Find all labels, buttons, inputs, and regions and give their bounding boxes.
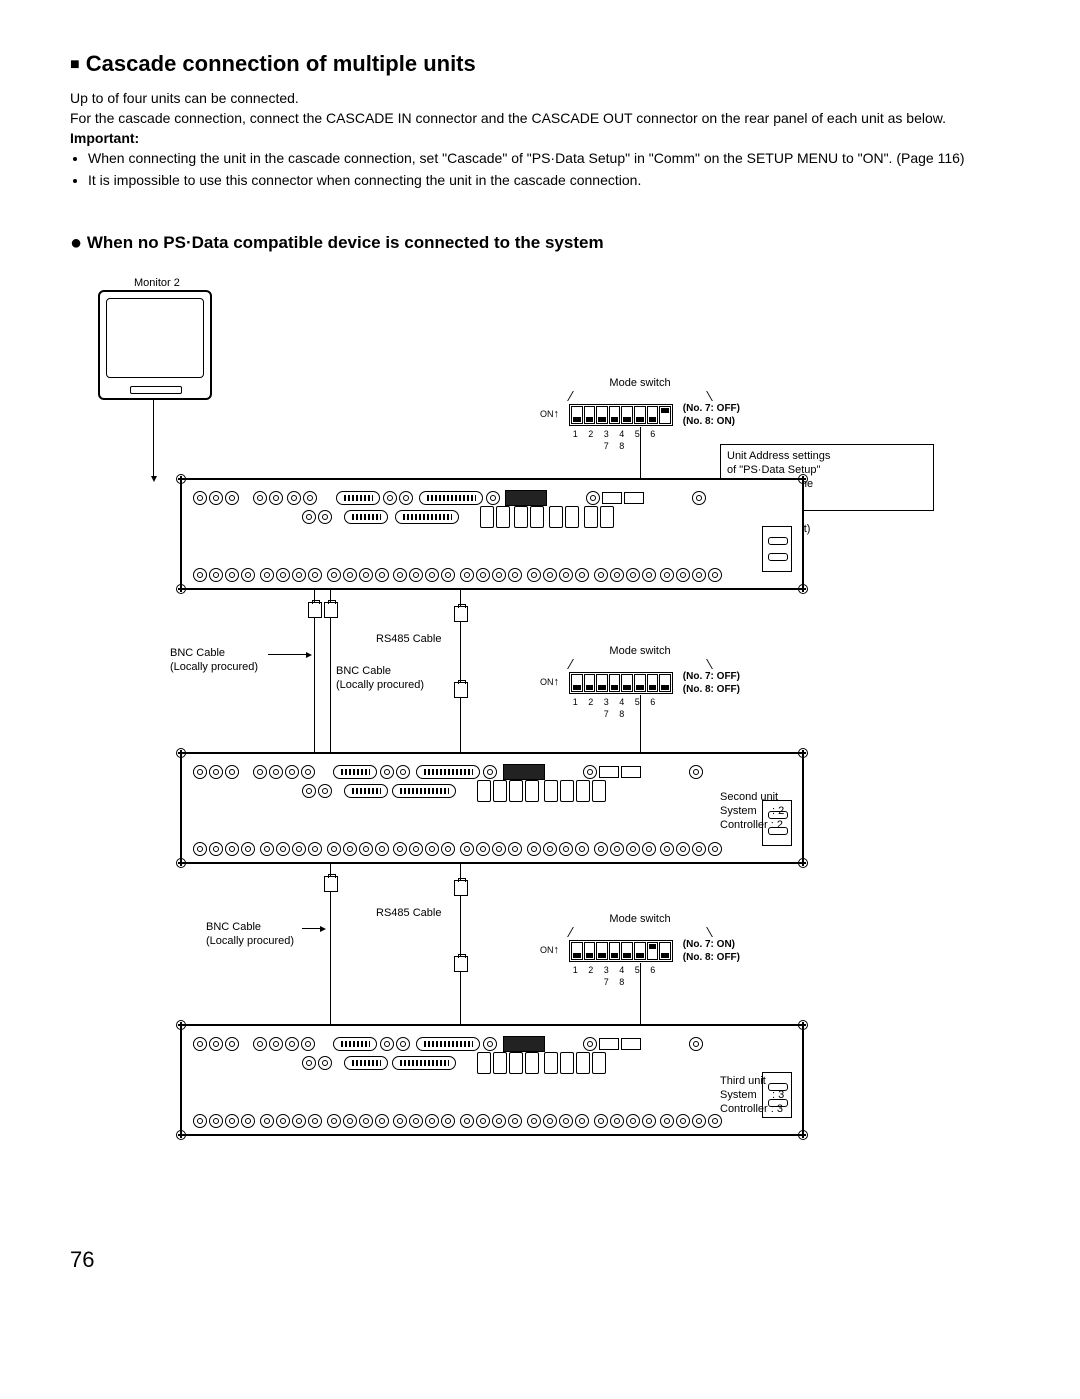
important-note-2: It is impossible to use this connector w…	[88, 171, 1010, 189]
unit-1-rear-panel	[180, 478, 804, 590]
monitor-icon	[98, 290, 212, 400]
connector-icon	[308, 602, 322, 618]
dip-on-label: ON↑	[540, 945, 559, 957]
important-label: Important:	[70, 129, 1010, 147]
dip-on-label: ON↑	[540, 677, 559, 689]
dip-numbers: 1 2 3 4 5 6 7 8	[566, 697, 666, 720]
second-unit-label: Second unit System : 2 Controller : 2	[720, 790, 920, 833]
rj-connector-icon	[454, 682, 468, 698]
page-number: 76	[70, 1246, 1010, 1275]
page-title: ■ Cascade connection of multiple units	[70, 50, 1010, 79]
mode-switch-label: Mode switch	[540, 644, 740, 658]
important-note-1: When connecting the unit in the cascade …	[88, 149, 1010, 167]
dip-numbers: 1 2 3 4 5 6 7 8	[566, 429, 666, 452]
dip-switch-icon	[569, 404, 673, 426]
round-bullet: ●	[70, 232, 82, 254]
dip-state-7: (No. 7: OFF)	[683, 670, 740, 683]
leader-line	[268, 654, 310, 655]
connector-icon	[324, 602, 338, 618]
connector-icon	[324, 876, 338, 892]
bnc-cable-label-1: BNC Cable(Locally procured)	[170, 646, 258, 675]
unit-2-rear-panel	[180, 752, 804, 864]
bnc-cable-label-2: BNC Cable(Locally procured)	[336, 664, 424, 693]
dip-state-7: (No. 7: ON)	[683, 938, 740, 951]
dip-state-8: (No. 8: OFF)	[683, 951, 740, 964]
dip-on-label: ON↑	[540, 409, 559, 421]
rj-connector-icon	[454, 880, 468, 896]
dip-numbers: 1 2 3 4 5 6 7 8	[566, 965, 666, 988]
leader-line	[640, 695, 641, 757]
dip-state-8: (No. 8: ON)	[683, 415, 740, 428]
intro-text-1: Up to of four units can be connected.	[70, 89, 1010, 107]
dip-state-8: (No. 8: OFF)	[683, 683, 740, 696]
rs485-label-2: RS485 Cable	[376, 906, 441, 920]
rs485-label-1: RS485 Cable	[376, 632, 441, 646]
leader-line	[640, 427, 641, 483]
dip-state-7: (No. 7: OFF)	[683, 402, 740, 415]
dip-switch-icon	[569, 940, 673, 962]
connection-diagram: Monitor 2 Mode switch ON↑ (No. 7: OFF) (…	[70, 276, 970, 1226]
unit-3-rear-panel	[180, 1024, 804, 1136]
cable-monitor	[153, 398, 154, 480]
mode-switch-label: Mode switch	[540, 376, 740, 390]
leader-line	[302, 928, 324, 929]
square-bullet: ■	[70, 56, 80, 73]
intro-text-2: For the cascade connection, connect the …	[70, 109, 1010, 127]
dip-switch-icon	[569, 672, 673, 694]
mode-switch-label: Mode switch	[540, 912, 740, 926]
bnc-cable-label-3: BNC Cable(Locally procured)	[206, 920, 294, 949]
rj-connector-icon	[454, 606, 468, 622]
rj-connector-icon	[454, 956, 468, 972]
section-heading: ● When no PS·Data compatible device is c…	[70, 230, 1010, 256]
leader-line	[640, 963, 641, 1027]
third-unit-label: Third unit System : 3 Controller : 3	[720, 1074, 920, 1117]
monitor-label: Monitor 2	[134, 276, 180, 290]
